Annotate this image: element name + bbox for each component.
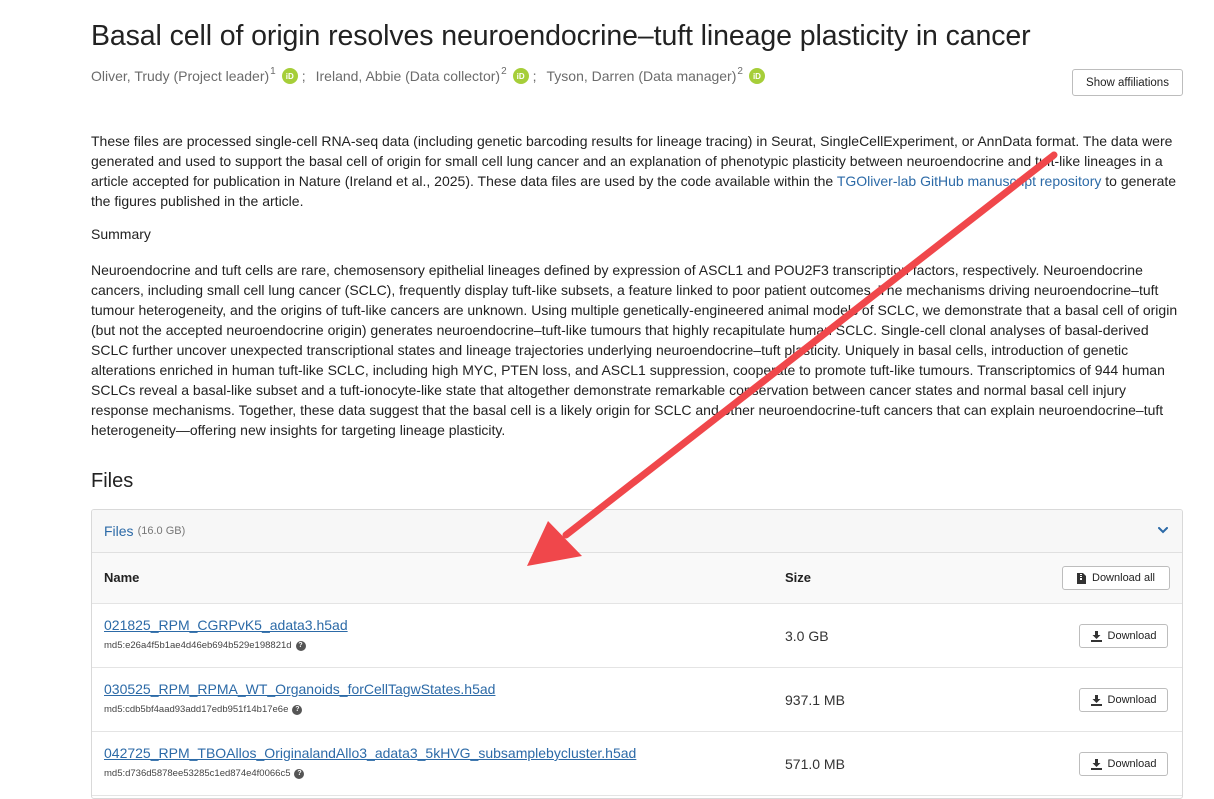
creator-1[interactable]: Oliver, Trudy (Project leader) 1 iD <box>91 65 298 84</box>
summary-heading: Summary <box>91 226 151 242</box>
md5-text: md5:e26a4f5b1ae4d46eb694b529e198821d <box>104 640 292 651</box>
creator-separator: ; <box>532 68 537 84</box>
files-heading: Files <box>91 470 134 492</box>
files-total-size: (16.0 GB) <box>137 525 186 537</box>
download-button[interactable]: Download <box>1079 752 1168 776</box>
creator-separator: ; <box>301 68 306 84</box>
creator-2[interactable]: Ireland, Abbie (Data collector) 2 iD <box>316 65 529 84</box>
files-panel-label[interactable]: Files <box>104 523 134 539</box>
description: These files are processed single-cell RN… <box>91 131 1183 211</box>
download-all-label: Download all <box>1092 572 1155 584</box>
file-size: 571.0 MB <box>785 756 845 772</box>
archive-icon <box>1077 572 1086 584</box>
download-label: Download <box>1107 694 1157 706</box>
md5-text: md5:cdb5bf4aad93add17edb951f14b17e6e <box>104 704 289 715</box>
file-name-link[interactable]: 030525_RPM_RPMA_WT_Organoids_forCellTagw… <box>104 681 495 697</box>
creator-name[interactable]: Tyson, Darren (Data manager) <box>547 68 737 84</box>
affiliation-number: 2 <box>737 65 743 77</box>
orcid-icon[interactable]: iD <box>281 68 298 84</box>
orcid-icon[interactable]: iD <box>512 68 529 84</box>
affiliation-number: 2 <box>501 65 507 77</box>
download-label: Download <box>1107 630 1157 642</box>
file-name-link[interactable]: 042725_RPM_TBOAllos_OriginalandAllo3_ada… <box>104 745 636 761</box>
download-icon <box>1090 630 1102 642</box>
files-table-header: Name Size Download all <box>92 553 1182 604</box>
name-column-header: Name <box>104 570 140 585</box>
summary-text: Neuroendocrine and tuft cells are rare, … <box>91 262 1178 438</box>
download-icon <box>1090 758 1102 770</box>
download-button[interactable]: Download <box>1079 624 1168 648</box>
creator-name[interactable]: Oliver, Trudy (Project leader) <box>91 68 269 84</box>
download-button[interactable]: Download <box>1079 688 1168 712</box>
help-icon[interactable]: ? <box>294 768 305 779</box>
record-title: Basal cell of origin resolves neuroendoc… <box>91 20 1031 52</box>
table-row: 021825_RPM_CGRPvK5_adata3.h5ad md5:e26a4… <box>92 604 1182 668</box>
help-icon[interactable]: ? <box>295 640 306 651</box>
creators-list: Oliver, Trudy (Project leader) 1 iD ; Ire… <box>91 65 765 84</box>
file-size: 3.0 GB <box>785 628 829 644</box>
table-row: 030525_RPM_RPMA_WT_Organoids_forCellTagw… <box>92 668 1182 732</box>
download-label: Download <box>1107 758 1157 770</box>
creator-name[interactable]: Ireland, Abbie (Data collector) <box>316 68 500 84</box>
files-panel: Files (16.0 GB) Name Size Download all 0… <box>91 509 1183 799</box>
size-column-header: Size <box>785 570 812 585</box>
chevron-down-icon[interactable] <box>1156 523 1170 537</box>
download-all-button[interactable]: Download all <box>1062 566 1170 590</box>
affiliation-number: 1 <box>270 65 276 77</box>
github-repository-link[interactable]: TGOliver-lab GitHub manuscript repositor… <box>837 173 1102 189</box>
creator-3[interactable]: Tyson, Darren (Data manager) 2 iD <box>547 65 765 84</box>
download-icon <box>1090 694 1102 706</box>
file-name-link[interactable]: 021825_RPM_CGRPvK5_adata3.h5ad <box>104 617 348 633</box>
file-size: 937.1 MB <box>785 692 845 708</box>
table-row: 042725_RPM_TBOAllos_OriginalandAllo3_ada… <box>92 732 1182 796</box>
files-panel-header[interactable]: Files (16.0 GB) <box>92 510 1182 553</box>
help-icon[interactable]: ? <box>292 704 303 715</box>
file-checksum: md5:cdb5bf4aad93add17edb951f14b17e6e? <box>104 704 303 715</box>
file-checksum: md5:d736d5878ee53285c1ed874e4f0066c5? <box>104 768 305 779</box>
md5-text: md5:d736d5878ee53285c1ed874e4f0066c5 <box>104 768 291 779</box>
file-checksum: md5:e26a4f5b1ae4d46eb694b529e198821d? <box>104 640 306 651</box>
orcid-icon[interactable]: iD <box>748 68 765 84</box>
show-affiliations-button[interactable]: Show affiliations <box>1072 69 1183 96</box>
